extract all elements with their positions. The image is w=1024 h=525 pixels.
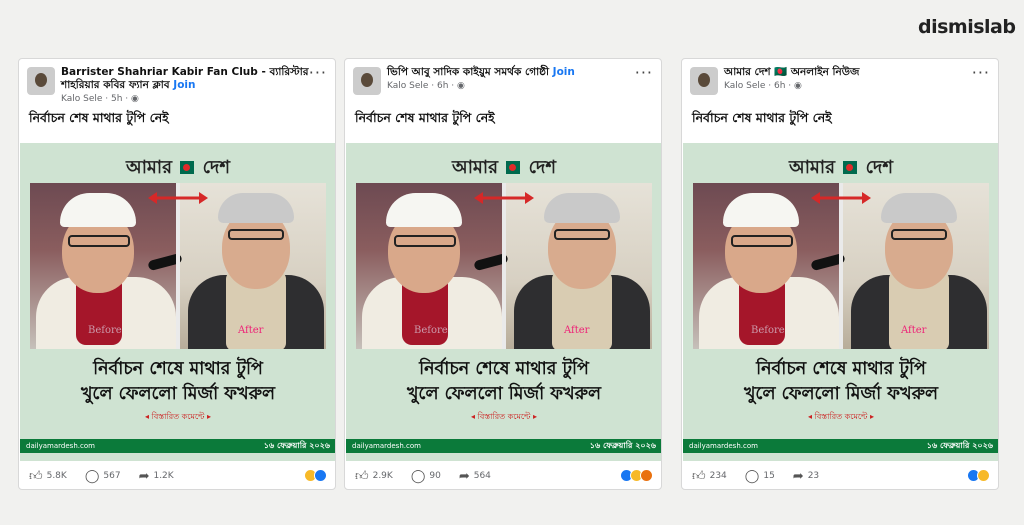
post-image-footer: dailyamardesh.com ১৬ ফেব্রুয়ারি ২০২৬ bbox=[20, 439, 335, 453]
double-arrow-icon bbox=[811, 192, 871, 204]
facebook-post-card: ভিপি আবু সাদিক কাইয়ুম সমর্থক গোষ্ঠী Joi… bbox=[344, 58, 662, 490]
after-label: After bbox=[564, 325, 590, 336]
reaction-emoji-stack[interactable] bbox=[967, 469, 990, 482]
group-avatar[interactable] bbox=[27, 67, 55, 95]
post-caption: নির্বাচন শেষ মাথার টুপি নেই bbox=[692, 110, 832, 125]
share-icon: ➦ bbox=[138, 468, 150, 484]
thumbs-up-icon: 👍︎ bbox=[692, 468, 706, 484]
facebook-post-card: আমার দেশ 🇧🇩 অনলাইন নিউজ Kalo Sele · 6h ·… bbox=[681, 58, 999, 490]
after-label: After bbox=[901, 325, 927, 336]
post-header: আমার দেশ 🇧🇩 অনলাইন নিউজ Kalo Sele · 6h ·… bbox=[682, 59, 998, 105]
reaction-emoji-stack[interactable] bbox=[304, 469, 327, 482]
share-button[interactable]: ➦ 564 bbox=[459, 469, 491, 484]
thumbs-up-icon: 👍︎ bbox=[355, 468, 369, 484]
group-name[interactable]: Barrister Shahriar Kabir Fan Club - ব্যা… bbox=[61, 66, 327, 92]
comment-icon: ◯ bbox=[744, 468, 760, 484]
group-avatar[interactable] bbox=[353, 67, 381, 95]
globe-icon: ◉ bbox=[794, 81, 802, 91]
post-headline: নির্বাচন শেষে মাথার টুপি খুলে ফেললো মির্জ… bbox=[80, 359, 276, 404]
join-button[interactable]: Join bbox=[553, 66, 575, 78]
comment-icon: ◯ bbox=[410, 468, 426, 484]
globe-icon: ◉ bbox=[457, 81, 465, 91]
join-button[interactable]: Join bbox=[173, 79, 195, 91]
post-meta: Kalo Sele · 6h · ◉ bbox=[724, 81, 802, 91]
reaction-bar: 👍︎ 2.9K ◯ 90 ➦ 564 bbox=[345, 463, 661, 489]
group-name[interactable]: ভিপি আবু সাদিক কাইয়ুম সমর্থক গোষ্ঠী Joi… bbox=[387, 66, 653, 79]
more-options-icon[interactable]: ··· bbox=[635, 63, 653, 82]
before-label: Before bbox=[414, 325, 448, 336]
post-headline: নির্বাচন শেষে মাথার টুপি খুলে ফেললো মির্জ… bbox=[743, 359, 939, 404]
post-image-footer: dailyamardesh.com ১৬ ফেব্রুয়ারি ২০২৬ bbox=[683, 439, 998, 453]
comment-icon: ◯ bbox=[84, 468, 100, 484]
see-comment-note: বিস্তারিত কমেন্টে bbox=[346, 411, 661, 424]
post-header: ভিপি আবু সাদিক কাইয়ুম সমর্থক গোষ্ঠী Joi… bbox=[345, 59, 661, 105]
comment-button[interactable]: ◯ 567 bbox=[85, 469, 121, 484]
more-options-icon[interactable]: ··· bbox=[309, 63, 327, 82]
post-headline: নির্বাচন শেষে মাথার টুপি খুলে ফেললো মির্জ… bbox=[406, 359, 602, 404]
haha-reaction-icon bbox=[977, 469, 990, 482]
before-after-photo: Before After bbox=[356, 183, 652, 349]
see-comment-note: বিস্তারিত কমেন্টে bbox=[20, 411, 335, 424]
group-avatar[interactable] bbox=[690, 67, 718, 95]
reaction-bar: 👍︎ 5.8K ◯ 567 ➦ 1.2K bbox=[19, 463, 335, 489]
post-image[interactable]: আমার দেশ Before After নির্বাচন শেষে মাথা… bbox=[20, 143, 335, 461]
after-label: After bbox=[238, 325, 264, 336]
post-image[interactable]: আমার দেশ Before After নির্বাচন শেষে মাথা… bbox=[346, 143, 661, 461]
before-after-photo: Before After bbox=[693, 183, 989, 349]
angry-reaction-icon bbox=[640, 469, 653, 482]
share-icon: ➦ bbox=[792, 468, 804, 484]
share-button[interactable]: ➦ 23 bbox=[793, 469, 819, 484]
flag-icon bbox=[506, 161, 521, 174]
reaction-emoji-stack[interactable] bbox=[620, 469, 653, 482]
like-button[interactable]: 👍︎ 234 bbox=[692, 469, 727, 484]
group-name[interactable]: আমার দেশ 🇧🇩 অনলাইন নিউজ bbox=[724, 66, 990, 79]
post-meta: Kalo Sele · 5h · ◉ bbox=[61, 94, 139, 104]
share-icon: ➦ bbox=[458, 468, 470, 484]
share-button[interactable]: ➦ 1.2K bbox=[139, 469, 174, 484]
post-image-footer: dailyamardesh.com ১৬ ফেব্রুয়ারি ২০২৬ bbox=[346, 439, 661, 453]
post-caption: নির্বাচন শেষ মাথার টুপি নেই bbox=[355, 110, 495, 125]
thumbs-up-icon: 👍︎ bbox=[29, 468, 43, 484]
flag-icon bbox=[180, 161, 195, 174]
see-comment-note: বিস্তারিত কমেন্টে bbox=[683, 411, 998, 424]
before-after-photo: Before After bbox=[30, 183, 326, 349]
post-caption: নির্বাচন শেষ মাথার টুপি নেই bbox=[29, 110, 169, 125]
like-reaction-icon bbox=[314, 469, 327, 482]
more-options-icon[interactable]: ··· bbox=[972, 63, 990, 82]
like-button[interactable]: 👍︎ 2.9K bbox=[355, 469, 393, 484]
newspaper-logo: আমার দেশ bbox=[451, 157, 557, 178]
newspaper-logo: আমার দেশ bbox=[125, 157, 231, 178]
comment-button[interactable]: ◯ 15 bbox=[745, 469, 775, 484]
post-header: Barrister Shahriar Kabir Fan Club - ব্যা… bbox=[19, 59, 335, 105]
flag-icon bbox=[843, 161, 858, 174]
reaction-bar: 👍︎ 234 ◯ 15 ➦ 23 bbox=[682, 463, 998, 489]
dismislab-logo: dismislab bbox=[918, 16, 1016, 38]
before-label: Before bbox=[751, 325, 785, 336]
like-button[interactable]: 👍︎ 5.8K bbox=[29, 469, 67, 484]
double-arrow-icon bbox=[474, 192, 534, 204]
globe-icon: ◉ bbox=[131, 94, 139, 104]
before-label: Before bbox=[88, 325, 122, 336]
newspaper-logo: আমার দেশ bbox=[788, 157, 894, 178]
comment-button[interactable]: ◯ 90 bbox=[411, 469, 441, 484]
double-arrow-icon bbox=[148, 192, 208, 204]
post-meta: Kalo Sele · 6h · ◉ bbox=[387, 81, 465, 91]
post-image[interactable]: আমার দেশ Before After নির্বাচন শেষে মাথা… bbox=[683, 143, 998, 461]
facebook-post-card: Barrister Shahriar Kabir Fan Club - ব্যা… bbox=[18, 58, 336, 490]
